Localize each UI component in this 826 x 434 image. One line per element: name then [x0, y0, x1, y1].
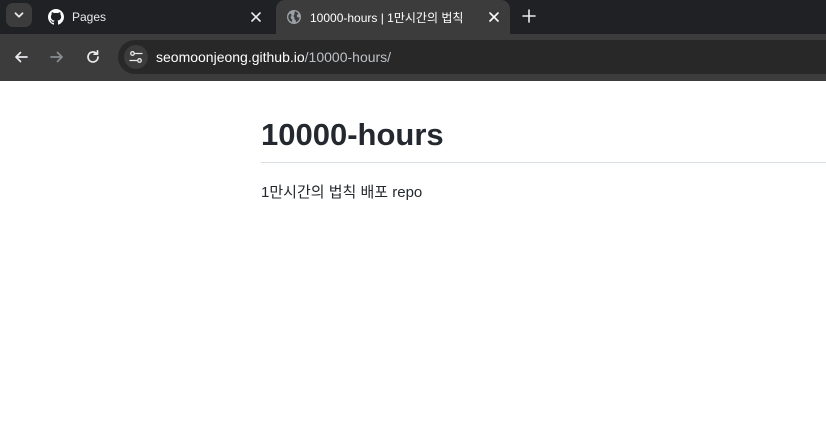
arrow-right-icon — [50, 51, 63, 63]
tab-title: Pages — [72, 10, 107, 24]
tab-title: 10000-hours | 1만시간의 법칙 — [310, 10, 464, 25]
tab-10000-hours[interactable]: 10000-hours | 1만시간의 법칙 — [276, 0, 510, 34]
back-button[interactable] — [9, 45, 33, 69]
chevron-down-icon — [14, 12, 24, 18]
github-icon — [48, 9, 64, 25]
close-icon[interactable] — [246, 7, 266, 27]
tab-search-button[interactable] — [6, 3, 32, 27]
tab-pages[interactable]: Pages — [36, 0, 272, 34]
page-content: 10000-hours 1만시간의 법칙 배포 repo — [0, 81, 826, 434]
title-divider — [261, 162, 826, 163]
reload-icon — [87, 49, 99, 63]
globe-icon — [286, 9, 302, 25]
page-title: 10000-hours — [261, 117, 444, 152]
url-path: /10000-hours/ — [304, 49, 392, 65]
reload-button[interactable] — [81, 45, 105, 69]
new-tab-button[interactable] — [517, 4, 541, 28]
url-host: seomoonjeong.github.io — [156, 49, 305, 65]
site-info-button[interactable] — [124, 45, 148, 69]
tune-icon — [129, 51, 143, 63]
tab-strip: Pages 10000-hours | 1만시간의 법칙 — [0, 0, 826, 34]
arrow-left-icon — [15, 51, 28, 63]
address-bar[interactable]: seomoonjeong.github.io/10000-hours/ — [118, 40, 826, 74]
url-text[interactable]: seomoonjeong.github.io/10000-hours/ — [156, 49, 391, 65]
browser-toolbar: seomoonjeong.github.io/10000-hours/ — [0, 34, 826, 81]
close-icon[interactable] — [484, 7, 504, 27]
page-description: 1만시간의 법칙 배포 repo — [261, 184, 423, 201]
plus-icon — [522, 9, 536, 23]
forward-button[interactable] — [45, 45, 69, 69]
